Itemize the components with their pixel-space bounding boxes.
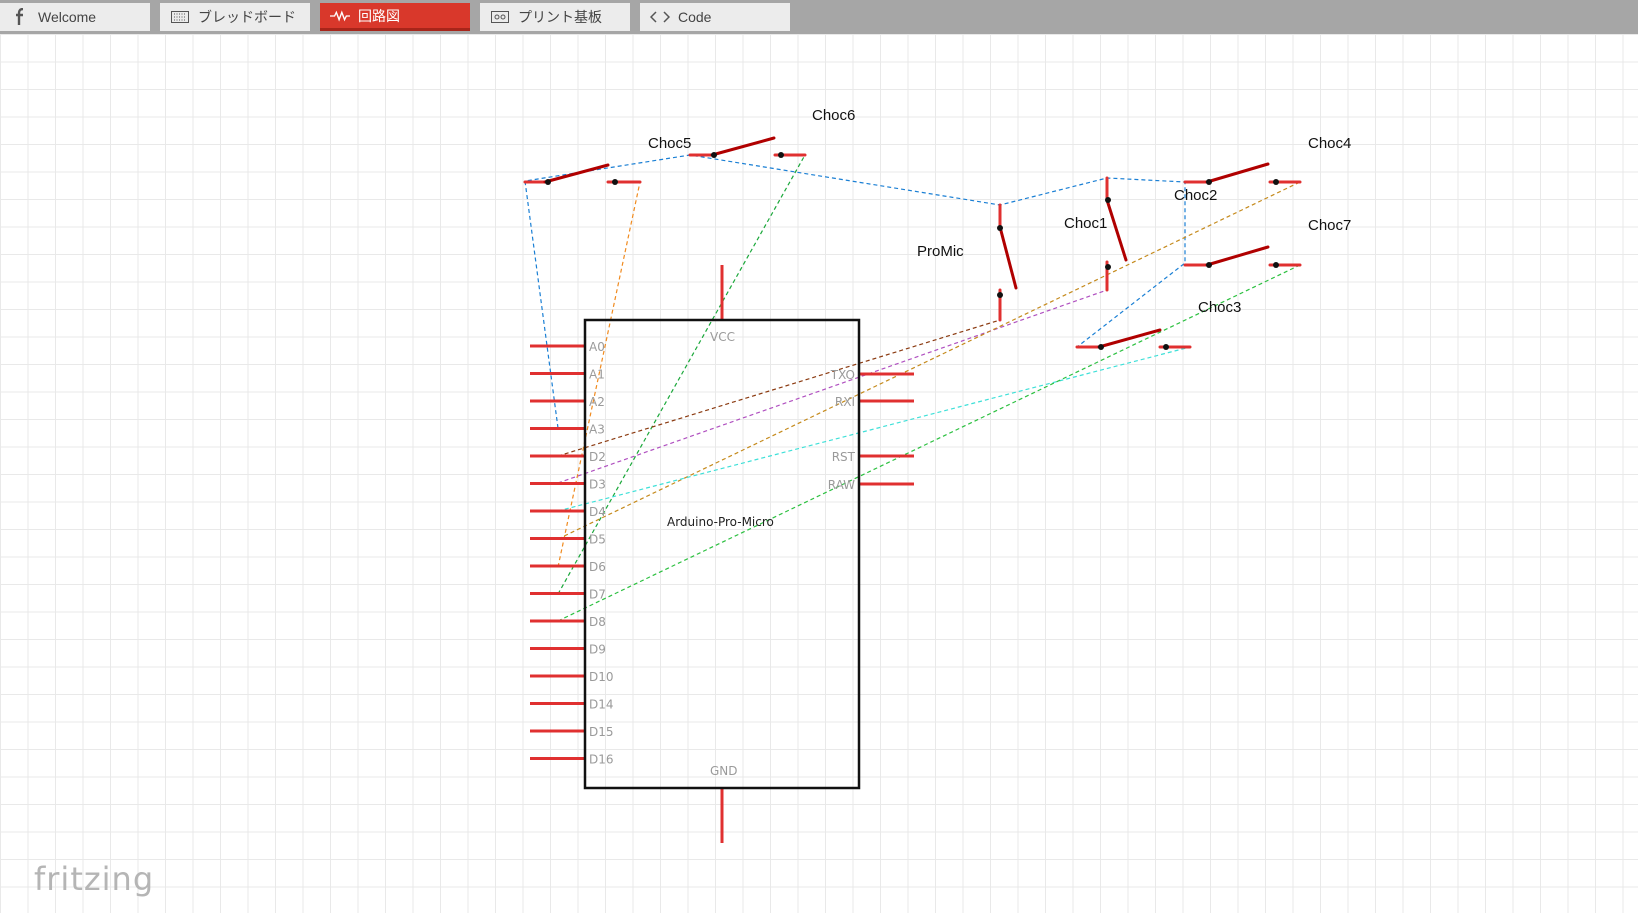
- tab-breadboard[interactable]: ブレッドボード: [160, 3, 310, 31]
- choc4-label: Choc4: [1308, 135, 1351, 152]
- pin-d8[interactable]: D8: [530, 615, 606, 629]
- promic-label: ProMic: [917, 243, 964, 260]
- tab-pcb[interactable]: プリント基板: [480, 3, 630, 31]
- tab-code[interactable]: Code: [640, 3, 790, 31]
- vcc-label: VCC: [710, 330, 735, 344]
- left-pins: A0 A1 A2 A3 D2 D3 D4 D5 D6 D7 D8 D9 D10 D14 D15 D16: [530, 340, 614, 767]
- wire-blue[interactable]: [524, 154, 1186, 429]
- pin-d6[interactable]: D6: [530, 560, 606, 574]
- pin-d2[interactable]: D2: [530, 450, 606, 464]
- gnd-label: GND: [710, 764, 738, 778]
- pin-rst[interactable]: RST: [832, 450, 914, 464]
- choc5-switch[interactable]: [523, 163, 642, 185]
- ratsnest-wires: [524, 154, 1301, 622]
- tab-label: ブレッドボード: [198, 9, 296, 25]
- schematic-icon: [330, 8, 350, 24]
- choc2-label: Choc2: [1174, 187, 1217, 204]
- pin-rxi[interactable]: RXI: [835, 395, 914, 409]
- tab-label: 回路図: [358, 7, 400, 24]
- pin-label: D3: [589, 478, 606, 492]
- pin-label: A0: [589, 340, 605, 354]
- pin-label: A3: [589, 423, 605, 437]
- pin-d15[interactable]: D15: [530, 725, 614, 739]
- pin-label: D14: [589, 698, 614, 712]
- pin-label: A2: [589, 395, 605, 409]
- tab-label: Welcome: [38, 9, 97, 25]
- pin-d16[interactable]: D16: [530, 753, 614, 767]
- promic-switch[interactable]: [997, 203, 1018, 322]
- schematic-canvas[interactable]: A0 A1 A2 A3 D2 D3 D4 D5 D6 D7 D8 D9 D10 D14 D15 D16 TXO…: [0, 34, 1638, 913]
- pin-a3[interactable]: A3: [530, 423, 605, 437]
- pin-label: D16: [589, 753, 614, 767]
- choc1-label: Choc1: [1064, 215, 1107, 232]
- pin-label: RAW: [828, 478, 855, 492]
- choc3-switch[interactable]: [1075, 328, 1192, 350]
- pin-d7[interactable]: D7: [530, 588, 606, 602]
- pin-d9[interactable]: D9: [530, 643, 606, 657]
- choc6-switch[interactable]: [688, 136, 807, 158]
- pin-label: D9: [589, 643, 606, 657]
- tab-label: Code: [678, 9, 712, 25]
- wire-gold[interactable]: [557, 181, 1301, 540]
- pin-d14[interactable]: D14: [530, 698, 614, 712]
- choc2-switch[interactable]: [1183, 162, 1302, 185]
- pin-a0[interactable]: A0: [530, 340, 605, 354]
- choc7-label: Choc7: [1308, 217, 1351, 234]
- chip-body[interactable]: [583, 318, 861, 790]
- chip-name: Arduino-Pro-Micro: [667, 515, 774, 529]
- pin-label: D15: [589, 725, 614, 739]
- choc1-switch[interactable]: [1105, 176, 1128, 292]
- pin-a2[interactable]: A2: [530, 395, 605, 409]
- pin-label: D10: [589, 670, 614, 684]
- breadboard-icon: [170, 9, 190, 25]
- pin-label: D6: [589, 560, 606, 574]
- pin-label: RST: [832, 450, 856, 464]
- wire-green-2[interactable]: [557, 264, 1301, 622]
- tab-bar: Welcome ブレッドボード 回路図 プリント基板 Code: [0, 0, 1638, 34]
- schematic-drawing: A0 A1 A2 A3 D2 D3 D4 D5 D6 D7 D8 D9 D10 D14 D15 D16 TXO…: [523, 107, 1351, 843]
- pin-d4[interactable]: D4: [530, 505, 606, 519]
- pin-label: D8: [589, 615, 606, 629]
- choc5-label: Choc5: [648, 135, 691, 152]
- choc3-label: Choc3: [1198, 299, 1241, 316]
- tab-welcome[interactable]: Welcome: [0, 3, 150, 31]
- pin-label: D4: [589, 505, 606, 519]
- choc7-switch[interactable]: [1183, 245, 1302, 268]
- pcb-icon: [490, 9, 510, 25]
- pin-label: D2: [589, 450, 606, 464]
- wire-brown[interactable]: [557, 319, 1001, 457]
- pin-label: RXI: [835, 395, 855, 409]
- tab-label: プリント基板: [518, 9, 602, 25]
- pin-d10[interactable]: D10: [530, 670, 614, 684]
- tab-schematic[interactable]: 回路図: [320, 3, 470, 31]
- wire-cyan[interactable]: [557, 346, 1191, 512]
- pin-raw[interactable]: RAW: [828, 478, 914, 492]
- pin-label: D7: [589, 588, 606, 602]
- fritzing-logo: fritzing: [34, 860, 155, 898]
- code-icon: [650, 9, 670, 25]
- pin-a1[interactable]: A1: [530, 368, 605, 382]
- choc6-label: Choc6: [812, 107, 855, 124]
- pin-label: D5: [589, 533, 606, 547]
- fritzing-f-icon: [10, 8, 30, 25]
- arduino-pro-micro[interactable]: A0 A1 A2 A3 D2 D3 D4 D5 D6 D7 D8 D9 D10 D14 D15 D16 TXO…: [530, 265, 914, 843]
- pin-label: A1: [589, 368, 605, 382]
- pin-label: TXO: [830, 368, 855, 382]
- pin-txo[interactable]: TXO: [830, 368, 914, 382]
